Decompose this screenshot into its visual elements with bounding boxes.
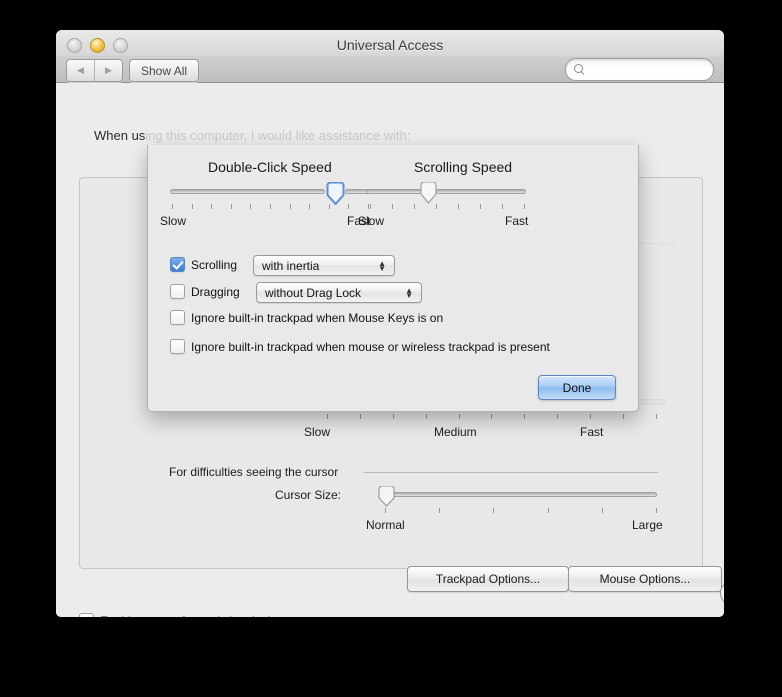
double-click-speed-title: Double-Click Speed: [208, 159, 332, 175]
enable-access-label: Enable access for assistive devices: [100, 614, 289, 618]
scrolling-max-label: Fast: [505, 214, 529, 228]
intro-text-visible: When us: [94, 128, 146, 143]
scrolling-speed-thumb[interactable]: [420, 182, 437, 204]
mouse-options-sheet: Double-Click Speed Slow Fast Scrolling S…: [147, 145, 639, 412]
double-click-min-label: Slow: [160, 214, 187, 228]
speed-label-fast: Fast: [580, 425, 604, 439]
scrolling-speed-title: Scrolling Speed: [414, 159, 513, 175]
dragging-label: Dragging: [191, 284, 240, 299]
ignore-mousekeys-row[interactable]: Ignore built-in trackpad when Mouse Keys…: [170, 310, 443, 325]
ignore-mousekeys-checkbox[interactable]: [170, 310, 185, 325]
scrolling-min-label: Slow: [358, 214, 385, 228]
scrolling-row[interactable]: Scrolling: [170, 257, 237, 272]
cursor-max-label: Large: [632, 518, 663, 532]
scrolling-label: Scrolling: [191, 257, 238, 272]
toolbar: ◀ ▶ Show All: [56, 56, 724, 82]
cursor-size-label: Cursor Size:: [275, 488, 342, 502]
maximum-speed-ticks: [327, 414, 657, 419]
intro-text: When using this computer, I would like a…: [94, 128, 411, 143]
scrolling-speed-track-left[interactable]: [367, 189, 422, 194]
preferences-content: When using this computer, I would like a…: [56, 83, 724, 617]
done-button[interactable]: Done: [538, 375, 616, 400]
scrolling-popup-menu[interactable]: with inertia ▲ ▼: [253, 255, 395, 276]
speed-label-slow: Slow: [304, 425, 331, 439]
speed-label-medium: Medium: [434, 425, 477, 439]
nav-segmented-control[interactable]: ◀ ▶: [66, 59, 123, 82]
scrolling-popup-value: with inertia: [262, 258, 320, 273]
universal-access-window: Universal Access ◀ ▶ Show All When using…: [56, 30, 724, 617]
window-titlebar: Universal Access ◀ ▶ Show All: [56, 30, 724, 83]
mouse-options-button[interactable]: Mouse Options...: [568, 566, 722, 592]
ignore-wireless-label: Ignore built-in trackpad when mouse or w…: [191, 339, 550, 354]
forward-button[interactable]: ▶: [94, 60, 122, 81]
cursor-size-ticks: [385, 508, 657, 513]
double-click-speed-thumb[interactable]: [326, 182, 345, 205]
search-field[interactable]: [565, 58, 714, 81]
chevron-updown-icon-2: ▲ ▼: [405, 285, 413, 300]
show-all-button[interactable]: Show All: [129, 59, 200, 82]
window-title: Universal Access: [336, 37, 444, 53]
search-icon: [574, 64, 585, 75]
cursor-section-rule: [364, 472, 658, 473]
cursor-section-label: For difficulties seeing the cursor: [169, 465, 339, 479]
enable-access-checkbox[interactable]: [79, 613, 94, 617]
back-button[interactable]: ◀: [67, 60, 94, 81]
dragging-popup-value: without Drag Lock: [265, 285, 362, 300]
desktop-background: Universal Access ◀ ▶ Show All When using…: [0, 0, 782, 697]
enable-access-row[interactable]: Enable access for assistive devices: [79, 613, 289, 617]
dragging-row[interactable]: Dragging: [170, 284, 240, 299]
cursor-size-slider-thumb[interactable]: [378, 486, 395, 507]
search-input[interactable]: [589, 61, 703, 78]
intro-text-dimmed: ing this computer, I would like assistan…: [145, 128, 411, 143]
scrolling-speed-ticks: [370, 204, 525, 209]
double-click-speed-ticks: [172, 204, 369, 209]
chevron-updown-icon: ▲ ▼: [378, 258, 386, 273]
scrolling-speed-track-right[interactable]: [436, 189, 526, 194]
scrolling-checkbox[interactable]: [170, 257, 185, 272]
dragging-popup-menu[interactable]: without Drag Lock ▲ ▼: [256, 282, 422, 303]
dragging-checkbox[interactable]: [170, 284, 185, 299]
cursor-size-slider-track[interactable]: [385, 492, 657, 497]
trackpad-options-button[interactable]: Trackpad Options...: [407, 566, 569, 592]
ignore-wireless-checkbox[interactable]: [170, 339, 185, 354]
cursor-min-label: Normal: [366, 518, 405, 532]
ignore-mousekeys-label: Ignore built-in trackpad when Mouse Keys…: [191, 310, 444, 325]
ignore-wireless-row[interactable]: Ignore built-in trackpad when mouse or w…: [170, 339, 550, 354]
double-click-speed-track[interactable]: [170, 189, 325, 194]
